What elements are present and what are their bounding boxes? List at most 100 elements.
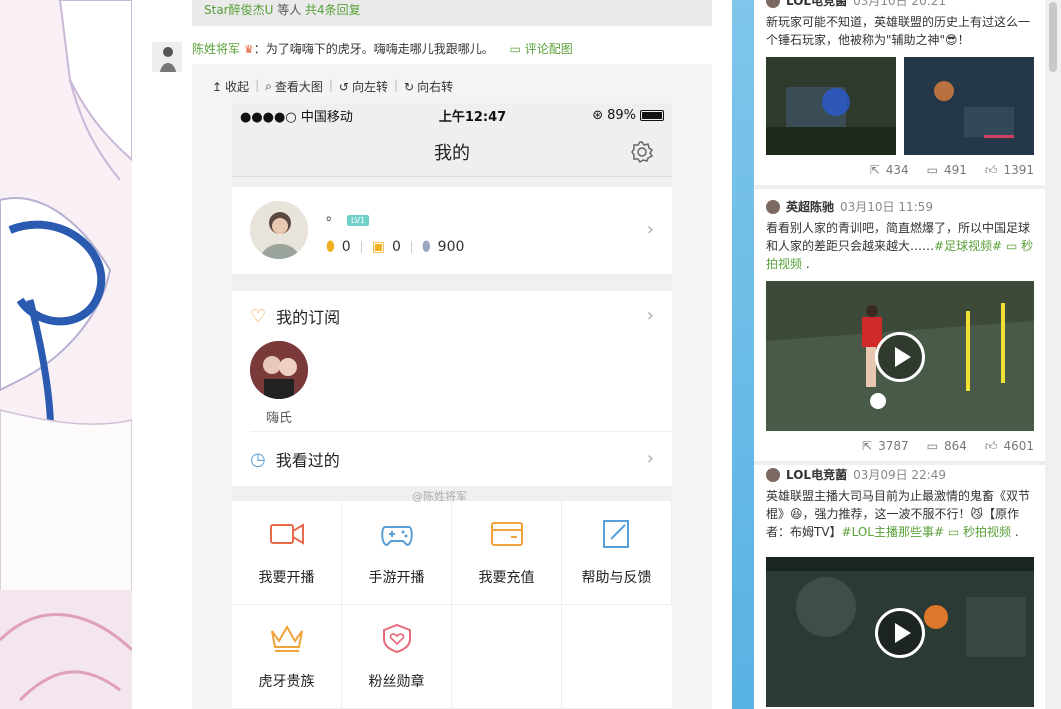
reply-users[interactable]: Star醉俊杰U — [204, 3, 273, 17]
sidebar-post: 英超陈驰 03月10日 11:59 看看别人家的青训吧，简直燃爆了，所以中国足球和… — [754, 194, 1046, 465]
hashtag-link[interactable]: #LOL主播那些事# — [842, 525, 945, 539]
chevron-right-icon: › — [646, 448, 654, 469]
crown-icon — [269, 623, 305, 657]
avatar[interactable] — [766, 467, 780, 482]
status-bar: ●●●●○ 中国移动 上午12:47 ⊛ 89% — [232, 103, 672, 127]
feed-column: Star醉俊杰U 等人 共4条回复 陈姓将军 ♛：为了嗨嗨下的虎牙。嗨嗨走哪儿我… — [132, 0, 732, 709]
comment-icon: ▭ — [926, 439, 938, 453]
rotate-left-button[interactable]: ↺ 向左转 — [333, 78, 394, 95]
hashtag-link[interactable]: #足球视频# — [934, 239, 1002, 253]
wallet-icon — [489, 519, 525, 553]
image-viewer: ↥ 收起 | ⌕ 查看大图 | ↺ 向左转 | ↻ 向右转 ●●●●○ 中国移动 上午1… — [192, 64, 712, 709]
post-text-end: . — [802, 257, 810, 271]
image-toolbar: ↥ 收起 | ⌕ 查看大图 | ↺ 向左转 | ↻ 向右转 — [206, 78, 459, 95]
share-button[interactable]: ⇱ 3787 — [862, 439, 909, 453]
sidebar-post: LOL电竞菌 03月10日 20:21 新玩家可能不知道，英雄联盟的历史上有过这么… — [754, 0, 1046, 189]
comment-button[interactable]: ▭ 864 — [927, 439, 967, 453]
grid-empty-cell — [452, 605, 562, 709]
grid-item-help[interactable]: 帮助与反馈 — [562, 501, 672, 605]
view-large-label: 查看大图 — [274, 80, 323, 94]
feature-grid: 我要开播 手游开播 我要充值 帮助与反馈 虎牙贵族 粉丝勋章 — [232, 500, 672, 709]
comment-button[interactable]: ▭ 491 — [927, 163, 967, 177]
like-button[interactable]: 👍︎ 4601 — [985, 439, 1034, 454]
video-thumbnail[interactable] — [766, 281, 1034, 431]
play-icon[interactable] — [875, 608, 925, 658]
page-title: 我的 — [434, 142, 470, 164]
chevron-right-icon: › — [646, 219, 654, 240]
like-count: 1391 — [1003, 163, 1034, 177]
avatar[interactable] — [766, 199, 780, 214]
image-icon: ▭ — [509, 42, 521, 56]
reply-count-link[interactable]: 共4条回复 — [305, 3, 361, 17]
comment-icon: ▭ — [926, 163, 938, 177]
grid-item-recharge[interactable]: 我要充值 — [452, 501, 562, 605]
stat-silver: 900 — [437, 239, 465, 255]
phone-screenshot[interactable]: ●●●●○ 中国移动 上午12:47 ⊛ 89% 我的 。 LV1 ⬮ 0 ▣ … — [232, 103, 672, 709]
view-large-button[interactable]: ⌕ 查看大图 — [259, 78, 329, 95]
rotate-right-label: 向右转 — [417, 80, 454, 94]
post-time[interactable]: 03月10日 11:59 — [840, 198, 933, 215]
like-count: 4601 — [1003, 439, 1034, 453]
commenter-avatar[interactable] — [152, 42, 182, 72]
like-button[interactable]: 👍︎ 1391 — [985, 163, 1034, 178]
post-text-end: . — [1011, 525, 1019, 539]
video-link[interactable]: ▭ 秒拍视频 — [948, 525, 1011, 539]
grid-label: 粉丝勋章 — [368, 673, 425, 690]
background-illustration — [0, 0, 132, 709]
subscriptions-row[interactable]: ♡ 我的订阅 › — [232, 291, 672, 341]
share-count: 434 — [885, 163, 909, 177]
heart-shield-icon — [379, 623, 415, 657]
silver-bean-icon: ⬮ — [421, 239, 431, 255]
grid-item-mobile-stream[interactable]: 手游开播 — [342, 501, 452, 605]
profile-name: 。 — [326, 208, 340, 224]
play-icon[interactable] — [875, 332, 925, 382]
grid-item-start-stream[interactable]: 我要开播 — [232, 501, 342, 605]
share-count: 3787 — [878, 439, 909, 453]
profile-stats: ⬮ 0 ▣ 0 ⬮ 900 — [326, 239, 474, 255]
rotate-left-label: 向左转 — [351, 80, 388, 94]
heart-icon: ♡ — [250, 305, 267, 327]
grid-item-fan-badge[interactable]: 粉丝勋章 — [342, 605, 452, 709]
post-body: 新玩家可能不知道，英雄联盟的历史上有过这么一个锤石玩家，他被称为"辅助之神"😎！ — [766, 13, 1034, 49]
post-body: 看看别人家的青训吧，简直燃爆了，所以中国足球和人家的差距只会越来越大……#足球视… — [766, 219, 1034, 273]
scrollbar[interactable] — [1045, 0, 1061, 709]
post-image[interactable] — [766, 57, 896, 155]
clock-icon: ◷ — [250, 448, 266, 470]
video-icon: ▭ — [947, 525, 960, 539]
video-thumbnail[interactable] — [766, 557, 1034, 707]
grid-label: 手游开播 — [368, 569, 425, 586]
post-image[interactable] — [904, 57, 1034, 155]
status-time: 上午12:47 — [438, 109, 507, 125]
post-author[interactable]: LOL电竞菌 — [786, 0, 847, 9]
level-badge: LV1 — [347, 215, 370, 226]
scrollbar-thumb[interactable] — [1049, 2, 1057, 72]
collapse-button[interactable]: ↥ 收起 — [206, 78, 255, 95]
chevron-right-icon: › — [646, 305, 654, 326]
phone-navbar: 我的 — [232, 127, 672, 177]
grid-item-nobility[interactable]: 虎牙贵族 — [232, 605, 342, 709]
post-time[interactable]: 03月09日 22:49 — [853, 466, 946, 483]
rotate-right-button[interactable]: ↻ 向右转 — [398, 78, 459, 95]
share-icon: ⇱ — [862, 439, 873, 453]
post-actions: ⇱ 434 ▭ 491 👍︎ 1391 — [766, 155, 1034, 185]
post-author[interactable]: 英超陈驰 — [786, 198, 834, 215]
post-author[interactable]: LOL电竞菌 — [786, 466, 847, 483]
grid-label: 虎牙贵族 — [258, 673, 315, 690]
grid-label: 我要开播 — [258, 569, 315, 586]
video-link-label: 秒拍视频 — [963, 525, 1012, 539]
laughing-emoji-icon: 😆 — [790, 507, 803, 521]
stat-ticket: 0 — [391, 239, 401, 255]
subscription-item[interactable]: 嗨氏 — [250, 341, 308, 426]
reply-summary: Star醉俊杰U 等人 共4条回复 — [192, 0, 712, 26]
share-button[interactable]: ⇱ 434 — [870, 163, 909, 177]
gamepad-icon — [379, 519, 415, 553]
stat-gold: 0 — [341, 239, 351, 255]
comment-count: 491 — [944, 163, 967, 177]
avatar[interactable] — [766, 0, 780, 8]
grid-empty-cell — [562, 605, 672, 709]
post-actions: ⇱ 3787 ▭ 864 👍︎ 4601 — [766, 431, 1034, 461]
commenter-name[interactable]: 陈姓将军 — [192, 42, 240, 56]
comment-picture-link[interactable]: ▭ 评论配图 — [510, 42, 573, 56]
post-time[interactable]: 03月10日 20:21 — [853, 0, 946, 9]
history-row[interactable]: ◷ 我看过的 › — [232, 432, 672, 486]
